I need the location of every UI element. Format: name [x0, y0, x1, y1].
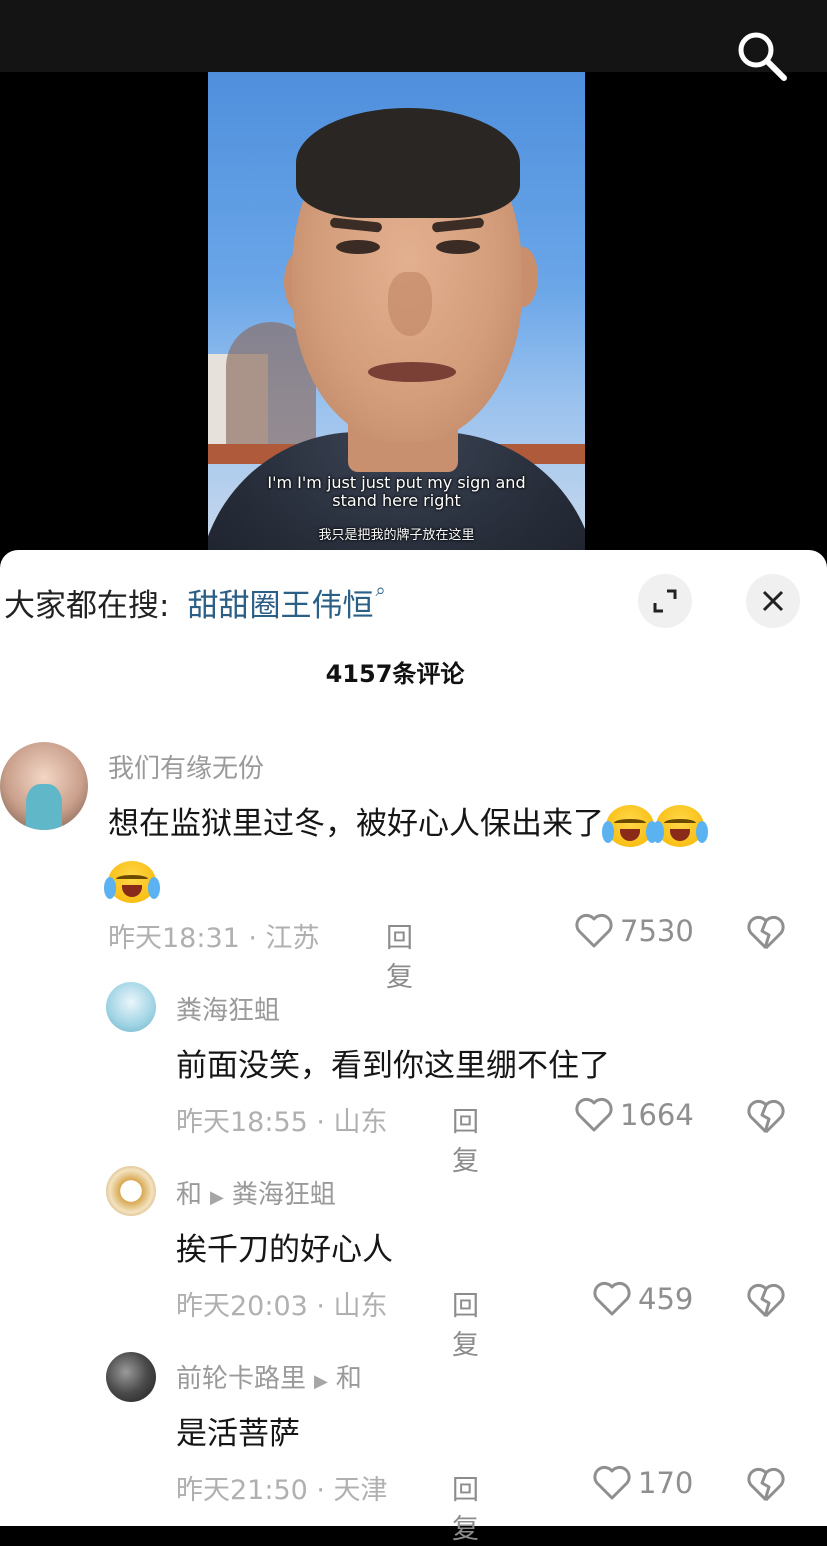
comment-author[interactable]: 前轮卡路里 ▶ 和	[176, 1358, 362, 1395]
avatar[interactable]	[106, 1352, 156, 1402]
search-suggestion-keyword[interactable]: 甜甜圈王伟恒	[187, 588, 373, 624]
top-bar	[0, 0, 827, 72]
close-icon	[762, 590, 784, 612]
dislike-button[interactable]	[746, 1098, 786, 1140]
like-button[interactable]: 7530	[574, 912, 694, 950]
comment-text: 前面没笑，看到你这里绷不住了	[176, 1048, 610, 1084]
avatar[interactable]	[106, 982, 156, 1032]
dislike-button[interactable]	[746, 1466, 786, 1508]
reply-button[interactable]: 回复	[452, 1468, 479, 1546]
person-mouth	[368, 362, 456, 382]
broken-heart-icon	[747, 915, 785, 950]
search-suggestion-label: 大家都在搜:	[4, 588, 170, 624]
dislike-button[interactable]	[746, 914, 786, 956]
person-eye-right	[436, 240, 480, 254]
expand-icon	[653, 589, 677, 613]
comment-text: 想在监狱里过冬，被好心人保出来了	[104, 796, 808, 908]
like-count: 459	[638, 1282, 694, 1316]
author-name[interactable]: 前轮卡路里	[176, 1364, 306, 1394]
comment-meta: 昨天21:50 · 天津	[176, 1475, 388, 1506]
laughing-crying-emoji-1	[602, 804, 658, 847]
reply-button[interactable]: 回复	[452, 1100, 479, 1178]
video-player[interactable]: I'm I'm just just put my sign and stand …	[0, 0, 827, 560]
comment-count: 4157条评论	[325, 660, 465, 688]
search-button[interactable]	[732, 28, 792, 88]
reply-arrow-icon: ▶	[210, 1187, 224, 1208]
reply-to-name[interactable]: 粪海狂蛆	[232, 1180, 336, 1210]
subtitle-english-line-1: I'm I'm just just put my sign and	[267, 473, 526, 492]
comment-meta: 昨天18:31 · 江苏	[108, 923, 320, 954]
like-count: 7530	[620, 914, 694, 948]
comment-author[interactable]: 粪海狂蛆	[176, 990, 280, 1027]
comment-text-content: 想在监狱里过冬，被好心人保出来了	[108, 806, 604, 842]
comment-meta: 昨天18:55 · 山东	[176, 1107, 388, 1138]
broken-heart-icon	[747, 1283, 785, 1318]
broken-heart-icon	[747, 1467, 785, 1502]
avatar-figure	[26, 784, 62, 830]
heart-icon	[575, 913, 613, 948]
like-button[interactable]: 459	[592, 1280, 693, 1318]
comment-text: 挨千刀的好心人	[176, 1232, 393, 1268]
subtitle-english-line-2: stand here right	[332, 491, 461, 510]
comment-author[interactable]: 我们有缘无份	[108, 748, 264, 785]
heart-icon	[575, 1097, 613, 1132]
like-count: 170	[638, 1466, 694, 1500]
subtitle-english: I'm I'm just just put my sign and stand …	[208, 474, 585, 510]
like-button[interactable]: 1664	[574, 1096, 694, 1134]
broken-heart-icon	[747, 1099, 785, 1134]
like-button[interactable]: 170	[592, 1464, 693, 1502]
expand-button[interactable]	[638, 574, 692, 628]
reply-button[interactable]: 回复	[386, 916, 413, 994]
author-name[interactable]: 和	[176, 1180, 202, 1210]
person-hair	[296, 108, 520, 218]
heart-icon	[593, 1281, 631, 1316]
subtitle-chinese: 我只是把我的牌子放在这里	[318, 528, 475, 543]
comment-author[interactable]: 和 ▶ 粪海狂蛆	[176, 1174, 336, 1211]
search-icon	[738, 32, 787, 81]
avatar[interactable]	[0, 742, 88, 830]
avatar[interactable]	[106, 1166, 156, 1216]
close-button[interactable]	[746, 574, 800, 628]
small-search-icon: ⌕	[375, 580, 386, 601]
heart-icon	[593, 1465, 631, 1500]
person-eye-left	[336, 240, 380, 254]
reply-to-name[interactable]: 和	[336, 1364, 362, 1394]
search-suggestion[interactable]: 大家都在搜: 甜甜圈王伟恒 ⌕	[4, 580, 386, 625]
comment-meta: 昨天20:03 · 山东	[176, 1291, 388, 1322]
laughing-crying-emoji-3	[104, 860, 160, 903]
laughing-crying-emoji-2	[652, 804, 708, 847]
reply-button[interactable]: 回复	[452, 1284, 479, 1362]
comment-text: 是活菩萨	[176, 1416, 300, 1452]
reply-arrow-icon: ▶	[314, 1371, 328, 1392]
comment-panel: 大家都在搜: 甜甜圈王伟恒 ⌕ 4157条评论 我们有缘无份 想在监狱里过冬，被好心…	[0, 550, 827, 1545]
dislike-button[interactable]	[746, 1282, 786, 1324]
video-frame: I'm I'm just just put my sign and stand …	[208, 72, 585, 550]
like-count: 1664	[620, 1098, 694, 1132]
person-nose	[388, 272, 432, 336]
